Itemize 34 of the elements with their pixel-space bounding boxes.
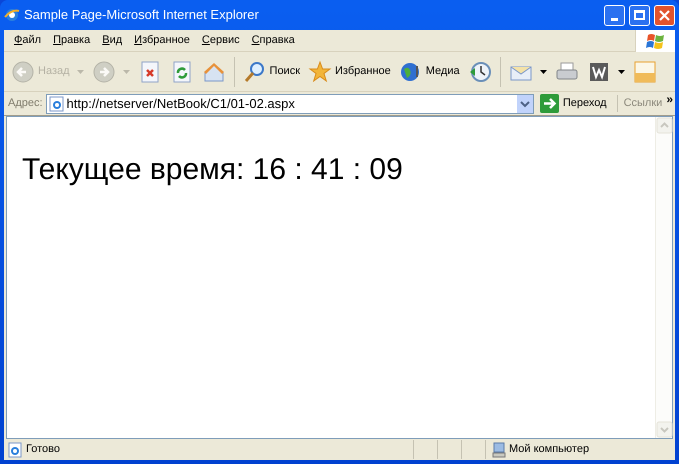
clock-icon [468,60,492,84]
window-title: Sample Page-Microsoft Internet Explorer [24,6,260,24]
maximize-button[interactable] [629,4,650,26]
search-button[interactable]: Поиск [240,54,304,88]
notepad-icon [632,60,657,84]
browser-icon [4,7,20,23]
menu-item[interactable]: Сервис [196,30,246,50]
scroll-up-icon[interactable] [656,117,673,134]
address-field[interactable]: http://netserver/NetBook/C1/01-02.aspx [46,94,534,114]
arrow-right-icon [540,94,559,113]
search-icon [242,60,267,84]
status-text: Готово [26,442,61,458]
star-icon [308,60,332,84]
favorites-button[interactable]: Избранное [305,54,394,88]
menu-item[interactable]: Справка [246,30,301,50]
menu-item[interactable]: Вид [96,30,128,50]
windows-logo-icon [646,32,666,50]
close-icon [659,10,670,20]
go-button[interactable]: Переход [536,92,611,114]
time-text: Текущее время: 16 : 41 : 09 [22,153,403,186]
page-icon [7,442,23,458]
menu-item[interactable]: Правка [47,30,96,50]
menu-item[interactable]: Файл [8,30,48,50]
page-icon [48,96,65,112]
scrollbar[interactable] [655,117,672,438]
menu-item[interactable]: Избранное [128,30,196,50]
media-button[interactable]: Медиа [396,54,463,88]
chevron-button[interactable]: » [666,92,673,106]
scroll-down-icon[interactable] [656,421,673,438]
address-label: Адрес: [8,96,43,112]
computer-icon [492,442,506,458]
close-button[interactable] [654,4,675,26]
zone-text: Мой компьютер [509,442,590,458]
minimize-button[interactable] [604,4,625,26]
